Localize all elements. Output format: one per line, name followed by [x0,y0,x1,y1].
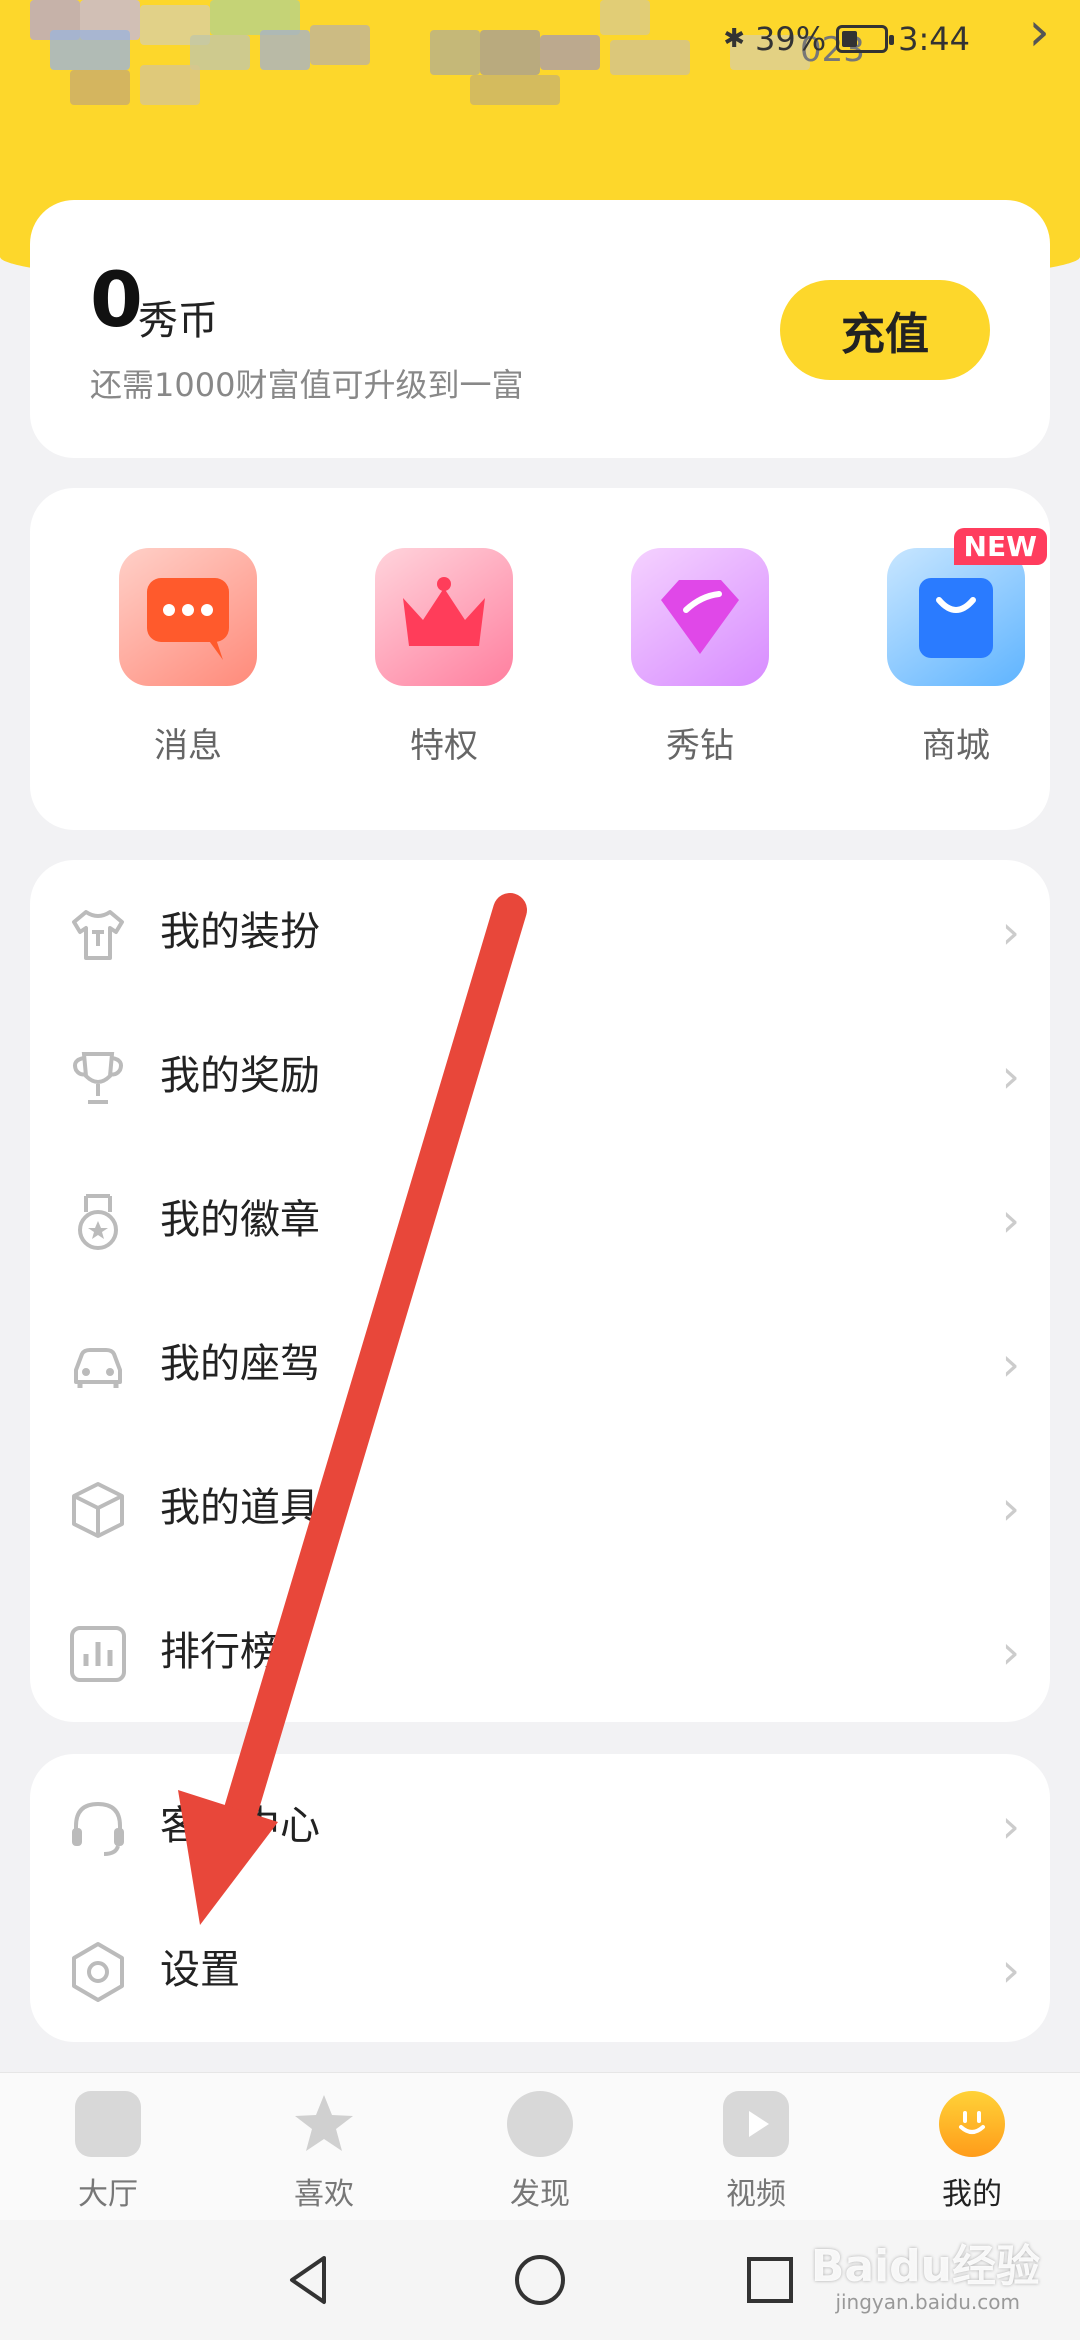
chevron-right-icon: › [1001,1625,1020,1679]
quick-action-privileges[interactable]: 特权 [344,548,544,767]
menu-item-label: 排行榜 [160,1629,280,1675]
coin-unit: 秀币 [138,298,218,344]
recents-icon[interactable] [740,2250,800,2310]
new-badge: NEW [953,528,1047,565]
quick-action-label: 特权 [410,726,478,766]
home-icon [75,2091,141,2157]
chevron-right-icon: › [1001,1337,1020,1391]
tab-label: 喜欢 [294,2177,354,2212]
quick-action-diamonds[interactable]: 秀钻 [600,548,800,767]
profile-mascot-icon [939,2091,1005,2157]
menu-card: 我的装扮 › 我的奖励 › 我的徽章 › 我的座驾 › 我的道具 › 排行榜 › [30,860,1050,1722]
menu-item-label: 我的座驾 [160,1341,320,1387]
message-bubble-icon [119,548,257,686]
bluetooth-icon: ✱ [723,24,746,54]
home-circle-icon[interactable] [510,2250,570,2310]
recharge-button[interactable]: 充值 [780,280,990,380]
tab-lobby[interactable]: 大厅 [33,2091,183,2213]
menu-item-props[interactable]: 我的道具 › [30,1436,1050,1580]
menu-item-badges[interactable]: 我的徽章 › [30,1148,1050,1292]
back-icon[interactable] [280,2250,340,2310]
tab-label: 大厅 [78,2177,138,2212]
watermark-url: jingyan.baidu.com [835,2290,1020,2314]
menu-item-settings[interactable]: 设置 › [30,1898,1050,2042]
tab-discover[interactable]: 发现 [465,2091,615,2213]
headset-icon [72,1801,124,1856]
play-icon [723,2091,789,2157]
tab-video[interactable]: 视频 [681,2091,831,2213]
clock: 3:44 [898,20,970,58]
bottom-tab-bar: 大厅 喜欢 发现 视频 我的 [0,2072,1080,2221]
quick-actions-card: 消息 特权 秀钻 NEW 商城 [30,488,1050,830]
car-icon [74,1348,122,1388]
menu-item-label: 我的装扮 [160,909,320,955]
compass-icon [507,2091,573,2157]
menu-item-customer-service[interactable]: 客服中心 › [30,1754,1050,1898]
chevron-right-icon: › [1001,905,1020,959]
diamond-icon [631,548,769,686]
quick-action-label: 商城 [922,726,990,766]
tshirt-icon [72,910,124,960]
chevron-right-icon[interactable]: › [1028,0,1050,63]
wealth-hint: 还需1000财富值可升级到一富 [90,366,524,404]
tab-label: 视频 [726,2177,786,2212]
status-bar: ✱ 39% 3:44 [723,20,970,58]
crown-icon [375,548,513,686]
chevron-right-icon: › [1001,1049,1020,1103]
menu-item-rewards[interactable]: 我的奖励 › [30,1004,1050,1148]
medal-icon [78,1194,118,1250]
quick-action-shop[interactable]: NEW 商城 [856,528,1056,767]
trophy-icon [73,1052,123,1104]
battery-percent: 39% [755,20,827,58]
tab-me[interactable]: 我的 [897,2091,1047,2213]
tab-label: 发现 [510,2177,570,2212]
chevron-right-icon: › [1001,1799,1020,1853]
star-icon [291,2091,357,2157]
chevron-right-icon: › [1001,1481,1020,1535]
menu-item-label: 客服中心 [160,1803,320,1849]
settings-hexagon-icon [72,1942,124,2002]
menu-item-leaderboard[interactable]: 排行榜 › [30,1580,1050,1724]
battery-icon [836,25,895,53]
tab-likes[interactable]: 喜欢 [249,2091,399,2213]
wallet-card: 0 秀币 还需1000财富值可升级到一富 充值 [30,200,1050,458]
chevron-right-icon: › [1001,1943,1020,1997]
menu-item-label: 设置 [160,1947,240,1993]
quick-action-messages[interactable]: 消息 [88,548,288,767]
menu-item-vehicles[interactable]: 我的座驾 › [30,1292,1050,1436]
quick-action-label: 消息 [154,726,222,766]
menu-item-label: 我的奖励 [160,1053,320,1099]
shopping-bag-icon: NEW [887,528,1047,686]
tab-label: 我的 [942,2177,1002,2212]
support-card: 客服中心 › 设置 › [30,1754,1050,2042]
quick-action-label: 秀钻 [666,726,734,766]
coin-amount: 0 [90,255,143,344]
chevron-right-icon: › [1001,1193,1020,1247]
chart-icon [70,1626,126,1682]
menu-item-label: 我的徽章 [160,1197,320,1243]
box-icon [72,1482,124,1538]
watermark: Baidu经验 [810,2241,1040,2292]
menu-item-outfits[interactable]: 我的装扮 › [30,860,1050,1004]
menu-item-label: 我的道具 [160,1485,320,1531]
